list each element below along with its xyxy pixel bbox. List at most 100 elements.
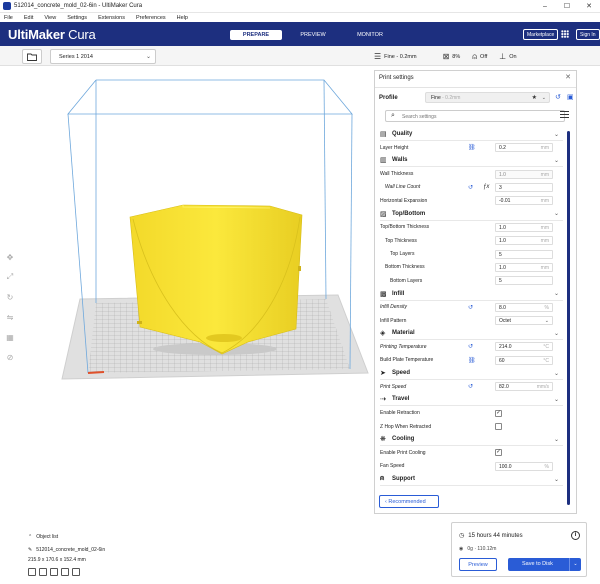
setting-value-field[interactable]: 5 bbox=[495, 249, 553, 259]
menu-settings[interactable]: Settings bbox=[67, 15, 87, 21]
setting-value-field[interactable]: 100.0% bbox=[495, 461, 553, 471]
infill-summary: ⊠ 8% bbox=[443, 52, 461, 61]
setting-value-field[interactable]: 0.2 mm bbox=[495, 143, 553, 153]
chevron-down-icon: ⌄ bbox=[553, 157, 559, 164]
apps-grid-icon[interactable] bbox=[561, 30, 569, 38]
setting-unit: mm bbox=[540, 264, 549, 271]
setting-checkbox[interactable]: ✓ bbox=[495, 409, 502, 417]
setting-value-field[interactable]: 60 °C bbox=[495, 355, 553, 365]
setting-value-field[interactable]: 3 bbox=[495, 182, 553, 192]
pencil-icon: ✎ bbox=[28, 547, 33, 553]
print-settings-summary[interactable]: ☰ Fine - 0.2mm ⊠ 8% ⍝ Off ⊥ On bbox=[374, 48, 580, 65]
secondary-toolbar: Series 1 2014 ⌄ ☰ Fine - 0.2mm ⊠ 8% ⍝ Of… bbox=[0, 46, 600, 66]
setting-row: Z Hop When Retracted bbox=[380, 420, 563, 433]
printer-selector[interactable]: Series 1 2014 ⌄ bbox=[50, 49, 156, 64]
close-icon[interactable]: ✕ bbox=[565, 73, 571, 81]
setting-checkbox[interactable]: ✓ bbox=[495, 449, 502, 457]
reset-icon[interactable]: ↺ bbox=[468, 383, 473, 390]
settings-visibility-menu-icon[interactable] bbox=[560, 111, 569, 120]
reset-icon[interactable]: ↺ bbox=[468, 343, 473, 350]
setting-value-field[interactable]: 1.0 mm bbox=[495, 169, 553, 179]
menu-view[interactable]: View bbox=[44, 15, 56, 21]
menu-file[interactable]: File bbox=[4, 15, 13, 21]
scale-tool-icon[interactable]: ⤢ bbox=[3, 267, 17, 287]
settings-section-speed[interactable]: ➤ Speed ⌄ bbox=[380, 367, 563, 381]
menu-preferences[interactable]: Preferences bbox=[136, 15, 166, 21]
section-title: Walls bbox=[392, 157, 408, 164]
marketplace-button[interactable]: Marketplace bbox=[523, 29, 559, 40]
function-icon[interactable]: ƒx bbox=[483, 184, 489, 190]
minimize-icon[interactable]: – bbox=[534, 3, 556, 10]
setting-row: Printing Temperature ↺ 214.0 °C bbox=[380, 340, 563, 353]
setting-label: Top/Bottom Thickness bbox=[380, 224, 430, 231]
settings-section-travel[interactable]: ⇢ Travel ⌄ bbox=[380, 393, 563, 407]
view-left-icon[interactable] bbox=[61, 568, 69, 576]
sign-in-button[interactable]: Sign In bbox=[576, 29, 600, 40]
view-top-icon[interactable] bbox=[50, 568, 58, 576]
3d-viewport[interactable] bbox=[0, 67, 372, 584]
setting-value-field[interactable]: 214.0 °C bbox=[495, 342, 553, 352]
open-file-button[interactable] bbox=[22, 49, 42, 64]
search-input[interactable] bbox=[402, 112, 552, 121]
move-tool-icon[interactable]: ✥ bbox=[3, 247, 17, 267]
rotate-tool-icon[interactable]: ↻ bbox=[3, 287, 17, 307]
save-to-disk-button[interactable]: Save to Disk ⌄ bbox=[508, 558, 581, 571]
tab-preview[interactable]: PREVIEW bbox=[287, 30, 339, 40]
travel-icon: ⇢ bbox=[380, 396, 386, 404]
preview-button[interactable]: Preview bbox=[459, 558, 497, 571]
object-list-header[interactable]: ⌃ Object list bbox=[28, 532, 105, 542]
section-title: Quality bbox=[392, 131, 413, 137]
object-dimensions-row: 215.9 x 170.6 x 152.4 mm bbox=[28, 555, 105, 565]
settings-section-quality[interactable]: ▤ Quality ⌄ bbox=[380, 128, 563, 141]
settings-section-cooling[interactable]: ❋ Cooling ⌄ bbox=[380, 433, 563, 447]
build-volume-scene[interactable] bbox=[0, 67, 372, 584]
per-model-settings-icon[interactable]: ▦ bbox=[3, 327, 17, 347]
chevron-down-icon: ⌄ bbox=[553, 330, 559, 337]
menu-edit[interactable]: Edit bbox=[24, 15, 33, 21]
setting-checkbox[interactable] bbox=[495, 423, 502, 431]
settings-section-top-bottom[interactable]: ▨ Top/Bottom ⌄ bbox=[380, 208, 563, 221]
reset-icon[interactable]: ↺ bbox=[468, 304, 473, 311]
link-icon[interactable]: ⛓ bbox=[468, 357, 476, 364]
settings-section-walls[interactable]: ▥ Walls ⌄ bbox=[380, 154, 563, 168]
setting-value-field[interactable]: 8.0% bbox=[495, 302, 553, 312]
close-window-icon[interactable]: ✕ bbox=[578, 2, 600, 10]
setting-value-field[interactable]: Octet ⌄ bbox=[495, 316, 553, 326]
settings-scrollbar[interactable] bbox=[567, 131, 570, 505]
support-summary-text: Off bbox=[480, 53, 488, 60]
view-3d-icon[interactable] bbox=[28, 568, 36, 576]
setting-value-field[interactable]: -0.01 mm bbox=[495, 196, 553, 206]
setting-unit: % bbox=[544, 304, 549, 311]
reset-icon[interactable]: ↺ bbox=[468, 184, 473, 191]
setting-value-field[interactable]: 1.0 mm bbox=[495, 222, 553, 232]
menu-extensions[interactable]: Extensions bbox=[98, 15, 125, 21]
setting-value-field[interactable]: 5 bbox=[495, 276, 553, 286]
recommended-button[interactable]: ‹ Recommended bbox=[379, 495, 439, 508]
object-list-item[interactable]: ✎ 512014_concrete_mold_02-6in bbox=[28, 545, 105, 555]
reset-profile-icon[interactable]: ↺ bbox=[555, 93, 561, 101]
info-icon[interactable]: i bbox=[571, 531, 580, 540]
profile-selector[interactable]: Fine - 0.2mm ★ ⌄ bbox=[425, 92, 550, 103]
settings-section-material[interactable]: ◈ Material ⌄ bbox=[380, 327, 563, 341]
setting-value-field[interactable]: 1.0 mm bbox=[495, 236, 553, 246]
tab-prepare[interactable]: PREPARE bbox=[230, 30, 282, 40]
setting-value-field[interactable]: 1.0 mm bbox=[495, 262, 553, 272]
setting-unit: mm bbox=[540, 238, 549, 245]
maximize-icon[interactable]: ☐ bbox=[556, 2, 578, 10]
settings-section-support[interactable]: ⍝ Support ⌄ bbox=[380, 473, 563, 487]
view-right-icon[interactable] bbox=[72, 568, 80, 576]
setting-value-field[interactable]: 82.0 mm/s bbox=[495, 382, 553, 392]
chevron-down-icon[interactable]: ⌄ bbox=[569, 558, 581, 571]
window-title: 512014_concrete_mold_02-6in - UltiMaker … bbox=[14, 3, 143, 9]
tab-monitor[interactable]: MONITOR bbox=[344, 30, 396, 40]
save-profile-icon[interactable]: ▣ bbox=[567, 93, 574, 101]
menu-help[interactable]: Help bbox=[177, 15, 188, 21]
support-blocker-icon[interactable]: ⊘ bbox=[3, 347, 17, 367]
star-icon[interactable]: ★ bbox=[532, 93, 537, 103]
mirror-tool-icon[interactable]: ⇋ bbox=[3, 307, 17, 327]
view-front-icon[interactable] bbox=[39, 568, 47, 576]
brand-logo: UltiMaker Cura bbox=[8, 27, 96, 42]
settings-section-infill[interactable]: ▩ Infill ⌄ bbox=[380, 288, 563, 301]
link-icon[interactable]: ⛓ bbox=[468, 144, 476, 151]
setting-value: Octet bbox=[499, 318, 511, 325]
